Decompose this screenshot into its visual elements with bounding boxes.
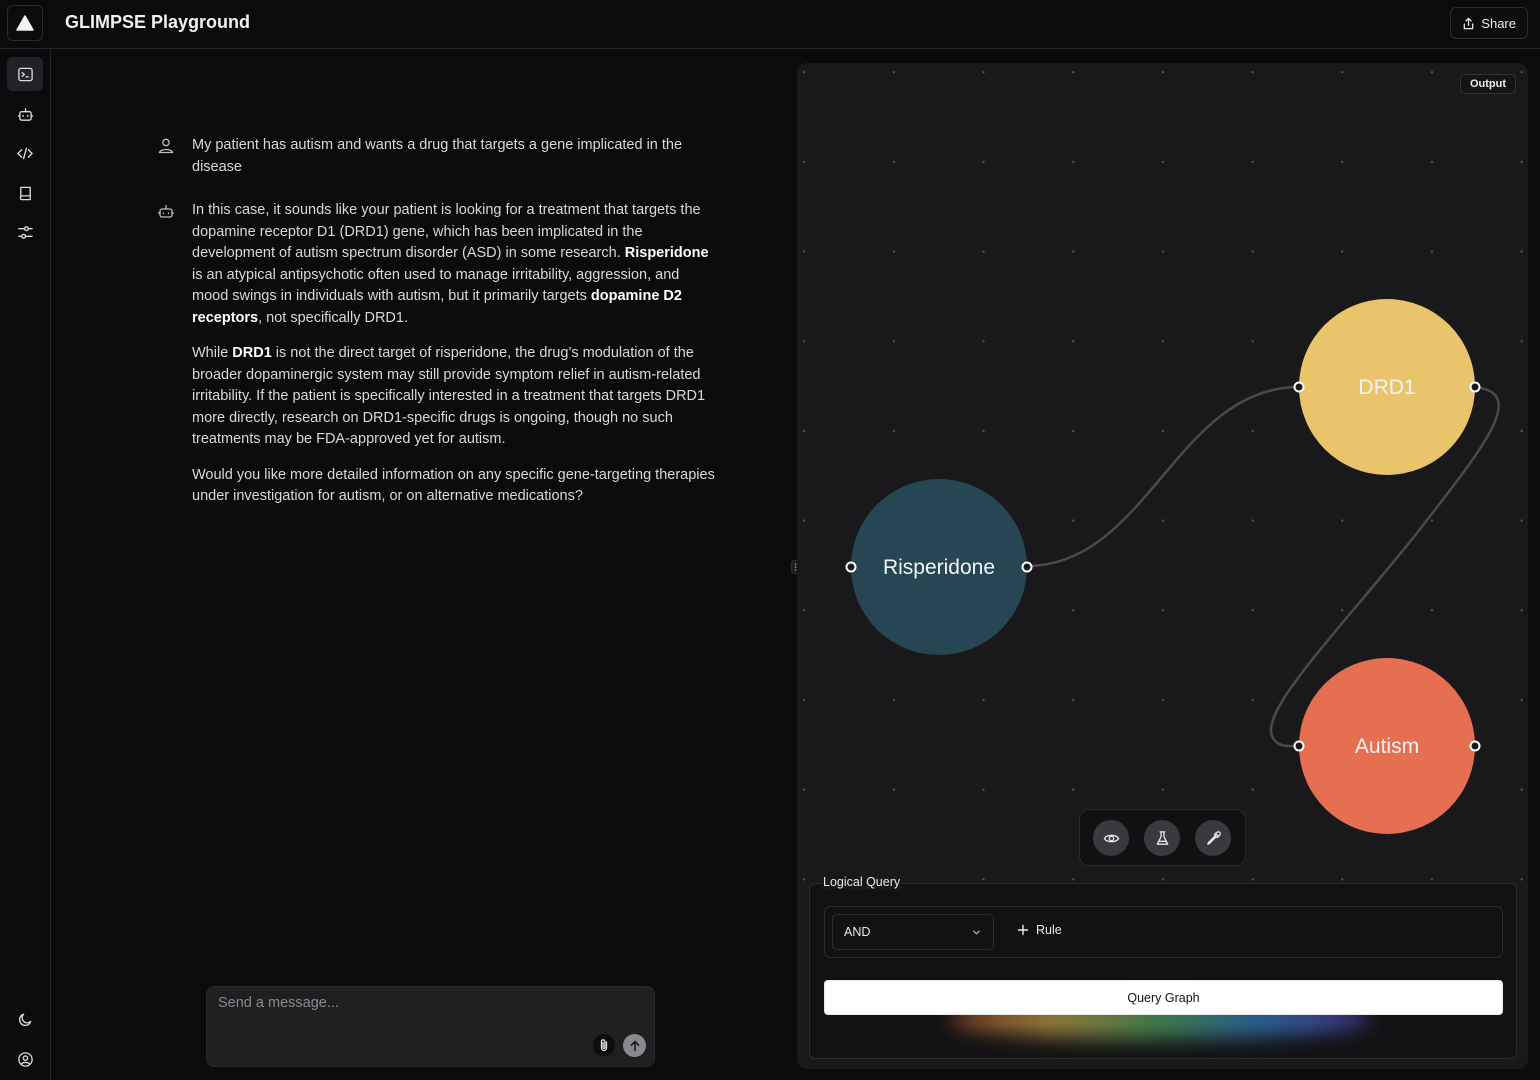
rule-group: AND Rule <box>824 906 1503 958</box>
share-label: Share <box>1481 15 1516 31</box>
book-icon <box>19 186 31 200</box>
chevron-down-icon <box>973 930 980 934</box>
sliders-icon <box>17 225 33 239</box>
graph-canvas[interactable]: Risperidone DRD1 Autism <box>797 63 1528 893</box>
pick-button[interactable] <box>1195 820 1231 856</box>
arrow-up-icon <box>630 1040 639 1051</box>
assistant-bold-text: DRD1 <box>232 345 272 361</box>
triangle-logo-icon <box>16 15 34 31</box>
bot-icon <box>157 204 175 218</box>
top-bar: GLIMPSE Playground Share <box>0 0 1540 49</box>
graph-panel: Output Risperidone DRD1 Autism AND Rule … <box>797 63 1528 1069</box>
assistant-text: , not specifically DRD1. <box>258 309 408 326</box>
node-risperidone[interactable]: Risperidone <box>845 479 1033 655</box>
add-rule-button[interactable]: Rule <box>1017 923 1062 937</box>
node-handle-right[interactable] <box>1469 381 1481 393</box>
assistant-paragraph-2: While DRD1 is not the direct target of r… <box>192 343 716 451</box>
node-handle-right[interactable] <box>1021 561 1033 573</box>
user-circle-icon <box>17 1051 33 1067</box>
sidebar-item-settings[interactable] <box>7 215 43 249</box>
node-handle-left[interactable] <box>1293 381 1305 393</box>
share-icon <box>1463 17 1474 29</box>
account-button[interactable] <box>7 1042 43 1076</box>
node-label-autism: Autism <box>1355 735 1419 758</box>
flask-icon <box>1156 830 1168 845</box>
share-button[interactable]: Share <box>1450 7 1528 39</box>
node-drd1[interactable]: DRD1 <box>1293 299 1481 475</box>
query-graph-button[interactable]: Query Graph <box>824 980 1503 1015</box>
plus-icon <box>1017 924 1029 936</box>
user-message-text: My patient has autism and wants a drug t… <box>192 137 683 175</box>
node-handle-left[interactable] <box>1293 740 1305 752</box>
attach-button[interactable] <box>593 1034 615 1056</box>
add-rule-label: Rule <box>1036 923 1062 937</box>
operator-value: AND <box>844 925 871 939</box>
code-icon <box>17 147 33 159</box>
message-input[interactable] <box>218 995 638 1011</box>
experiment-button[interactable] <box>1144 820 1180 856</box>
send-button[interactable] <box>623 1034 646 1057</box>
moon-icon <box>18 1013 31 1026</box>
logical-query-box: AND Rule Query Graph <box>809 883 1517 1059</box>
assistant-text: While <box>192 345 233 361</box>
message-composer <box>206 986 655 1067</box>
sidebar <box>0 49 51 1080</box>
bot-icon <box>17 107 33 121</box>
node-autism[interactable]: Autism <box>1293 658 1481 834</box>
view-button[interactable] <box>1093 820 1129 856</box>
node-label-drd1: DRD1 <box>1358 376 1415 399</box>
sidebar-item-bot[interactable] <box>7 97 43 131</box>
sidebar-item-code[interactable] <box>7 136 43 170</box>
edge-risperidone-drd1 <box>1026 385 1300 568</box>
app-logo[interactable] <box>7 5 43 41</box>
operator-select[interactable]: AND <box>832 914 994 950</box>
chat-panel: My patient has autism and wants a drug t… <box>51 49 791 1080</box>
graph-toolbar <box>1079 809 1246 866</box>
pipette-icon <box>1206 830 1221 845</box>
app-title: GLIMPSE Playground <box>65 12 251 32</box>
eye-icon <box>1103 834 1119 842</box>
node-label-risperidone: Risperidone <box>883 556 995 579</box>
theme-toggle-button[interactable] <box>7 1002 43 1036</box>
assistant-paragraph-1: In this case, it sounds like your patien… <box>192 200 716 329</box>
paperclip-icon <box>600 1039 608 1052</box>
sidebar-item-docs[interactable] <box>7 176 43 210</box>
user-message: My patient has autism and wants a drug t… <box>156 135 716 192</box>
node-handle-left[interactable] <box>845 561 857 573</box>
assistant-message: In this case, it sounds like your patien… <box>156 200 716 522</box>
assistant-bold-text: Risperidone <box>624 245 709 261</box>
user-icon <box>158 138 174 154</box>
sidebar-item-terminal[interactable] <box>7 57 43 91</box>
terminal-icon <box>17 67 33 81</box>
node-handle-right[interactable] <box>1469 740 1481 752</box>
logical-query-legend: Logical Query <box>822 875 902 889</box>
assistant-paragraph-3: Would you like more detailed information… <box>192 466 715 505</box>
